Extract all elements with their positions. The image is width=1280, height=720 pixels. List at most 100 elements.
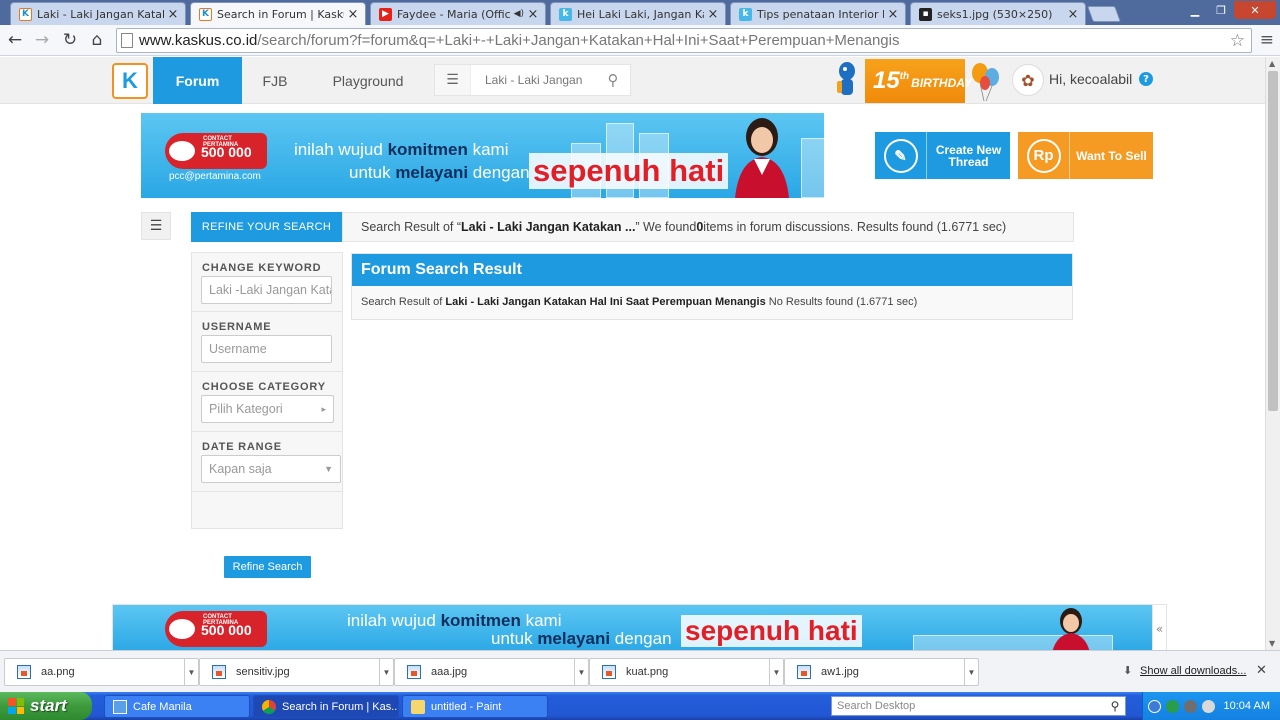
ad-banner-bottom[interactable]: CONTACT PERTAMINA 500 000 inilah wujud k… <box>113 605 1153 650</box>
result-summary: Search Result of “Laki - Laki Jangan Kat… <box>342 212 1074 242</box>
desktop-search-input[interactable]: Search Desktop <box>831 696 1126 716</box>
download-item[interactable]: sensitiv.jpg ▼ <box>199 658 394 686</box>
pertamina-logo <box>169 619 195 639</box>
clock[interactable]: 10:04 AM <box>1224 700 1270 712</box>
create-new-thread-button[interactable]: ✎ Create New Thread <box>875 132 1010 179</box>
tab-close-icon[interactable]: × <box>527 7 539 22</box>
balloons-icon <box>972 63 999 102</box>
date-range-select[interactable]: Kapan saja ▼ <box>201 455 341 483</box>
pertamina-badge: CONTACT PERTAMINA 500 000 <box>165 611 267 647</box>
tab-tips-interior[interactable]: k Tips penataan Interior Ruang × <box>730 2 906 25</box>
system-tray: 10:04 AM <box>1142 692 1280 720</box>
username-input[interactable]: Username <box>201 335 332 363</box>
task-cafe-manila[interactable]: Cafe Manila <box>104 695 250 718</box>
tab-youtube[interactable]: ▶ Faydee - Maria (Official V ◀) × <box>370 2 546 25</box>
tab-search-forum[interactable]: K Search in Forum | Kaskus - Th × <box>190 2 366 25</box>
bookmark-star-icon[interactable]: ☆ <box>1230 31 1245 51</box>
scroll-down-icon[interactable]: ▼ <box>1269 639 1275 648</box>
refine-search-button[interactable]: Refine Search <box>224 556 311 578</box>
help-icon[interactable]: ? <box>1139 72 1153 86</box>
keyword-section: CHANGE KEYWORD Laki -Laki Jangan Kata <box>192 253 342 312</box>
tab-label: Faydee - Maria (Official V <box>397 7 511 21</box>
tab-close-icon[interactable]: × <box>347 7 359 22</box>
scroll-up-icon[interactable]: ▲ <box>1269 59 1275 68</box>
download-item[interactable]: aaa.jpg ▼ <box>394 658 589 686</box>
task-paint[interactable]: untitled - Paint <box>402 695 548 718</box>
show-all-downloads-link[interactable]: Show all downloads... <box>1140 665 1246 677</box>
refine-search-tab[interactable]: REFINE YOUR SEARCH <box>191 212 342 242</box>
download-item[interactable]: aw1.jpg ▼ <box>784 658 979 686</box>
chevron-down-icon[interactable]: ▼ <box>379 659 393 685</box>
search-icon[interactable]: ⚲ <box>1105 697 1125 715</box>
security-icon[interactable] <box>1202 699 1215 713</box>
search-icon[interactable]: ⚲ <box>596 71 630 89</box>
downloads-shelf: aa.png ▼ sensitiv.jpg ▼ aaa.jpg ▼ kuat.p… <box>0 650 1280 692</box>
task-chrome[interactable]: Search in Forum | Kas... <box>253 695 399 718</box>
download-item[interactable]: kuat.png ▼ <box>589 658 784 686</box>
banner-line1: inilah wujud komitmen kami <box>347 611 562 630</box>
close-icon[interactable]: ✕ <box>1256 663 1267 678</box>
address-bar[interactable]: www.kaskus.co.id/search/forum?f=forum&q=… <box>116 28 1252 53</box>
keyword-input[interactable]: Laki -Laki Jangan Kata <box>201 276 332 304</box>
nav-playground[interactable]: Playground <box>318 57 418 104</box>
tab-close-icon[interactable]: × <box>707 7 719 22</box>
tab-close-icon[interactable]: × <box>887 7 899 22</box>
image-file-icon <box>17 665 31 679</box>
create-thread-label: Create New Thread <box>935 142 1002 169</box>
want-to-sell-button[interactable]: Rp Want To Sell <box>1018 132 1153 179</box>
toggle-refine-icon[interactable]: ☰ <box>141 212 171 240</box>
choose-category-label: CHOOSE CATEGORY <box>202 381 326 393</box>
volume-icon[interactable] <box>1184 699 1197 713</box>
tab-close-icon[interactable]: × <box>1067 7 1079 22</box>
menu-icon[interactable]: ≡ <box>1260 30 1274 50</box>
kaskus-k-icon: k <box>559 7 572 21</box>
tab-label: Hei Laki Laki, Jangan Katakan <box>577 7 704 21</box>
nav-fjb[interactable]: FJB <box>252 57 298 104</box>
url-path: /search/forum?f=forum&q=+Laki+-+Laki+Jan… <box>257 32 900 49</box>
tab-hei-laki[interactable]: k Hei Laki Laki, Jangan Katakan × <box>550 2 726 25</box>
collapse-banner-icon[interactable]: « <box>1152 605 1166 650</box>
home-icon[interactable]: ⌂ <box>86 30 108 50</box>
back-icon[interactable]: ← <box>4 30 26 50</box>
restore-icon[interactable]: ❐ <box>1208 1 1234 19</box>
pertamina-logo <box>169 141 195 161</box>
banner-line1: inilah wujud komitmen kami <box>294 140 509 159</box>
youtube-icon: ▶ <box>379 7 392 21</box>
task-label: Search in Forum | Kas... <box>282 700 399 713</box>
windows-taskbar: start Cafe Manila Search in Forum | Kas.… <box>0 692 1280 720</box>
mascot-icon <box>837 62 855 95</box>
chevron-right-icon: ▸ <box>321 403 326 414</box>
help-icon[interactable] <box>1148 699 1161 713</box>
user-greeting[interactable]: Hi, kecoalabil <box>1049 71 1132 87</box>
network-icon[interactable] <box>1166 699 1179 713</box>
nav-forum[interactable]: Forum <box>153 57 242 104</box>
tab-close-icon[interactable]: × <box>167 7 179 22</box>
scroll-thumb[interactable] <box>1268 71 1278 411</box>
ad-banner-top[interactable]: CONTACT PERTAMINA 500 000 pcc@pertamina.… <box>141 113 824 198</box>
forward-icon[interactable]: → <box>31 30 53 50</box>
minimize-icon[interactable]: ▁ <box>1182 1 1208 19</box>
close-window-icon[interactable]: ✕ <box>1234 1 1276 19</box>
tab-laki-laki[interactable]: K Laki - Laki Jangan Katakan H × <box>10 2 186 25</box>
birthday-badge[interactable]: 15th BIRTHDAY <box>865 59 972 103</box>
want-to-sell-label: Want To Sell <box>1076 148 1147 163</box>
avatar[interactable]: ✿ <box>1012 64 1044 96</box>
chevron-down-icon[interactable]: ▼ <box>184 659 198 685</box>
download-item[interactable]: aa.png ▼ <box>4 658 199 686</box>
category-select[interactable]: Pilih Kategori ▸ <box>201 395 334 423</box>
page-scrollbar[interactable]: ▲ ▼ <box>1265 57 1280 650</box>
chevron-down-icon[interactable]: ▼ <box>964 659 978 685</box>
chevron-down-icon[interactable]: ▼ <box>769 659 783 685</box>
start-button[interactable]: start <box>0 692 92 720</box>
list-icon[interactable]: ☰ <box>435 65 471 95</box>
new-tab-button[interactable] <box>1087 6 1121 22</box>
chevron-down-icon[interactable]: ▼ <box>574 659 588 685</box>
image-file-icon <box>407 665 421 679</box>
browser-toolbar: ← → ↻ ⌂ www.kaskus.co.id/search/forum?f=… <box>0 25 1280 56</box>
reload-icon[interactable]: ↻ <box>59 30 81 50</box>
kaskus-logo[interactable]: K <box>112 63 148 99</box>
tab-image[interactable]: ▪ seks1.jpg (530×250) × <box>910 2 1086 25</box>
search-input[interactable]: Laki - Laki Jangan <box>471 73 596 87</box>
kaskus-k-icon: k <box>739 7 752 21</box>
kaskus-header: K Forum FJB Playground ☰ Laki - Laki Jan… <box>0 57 1265 104</box>
